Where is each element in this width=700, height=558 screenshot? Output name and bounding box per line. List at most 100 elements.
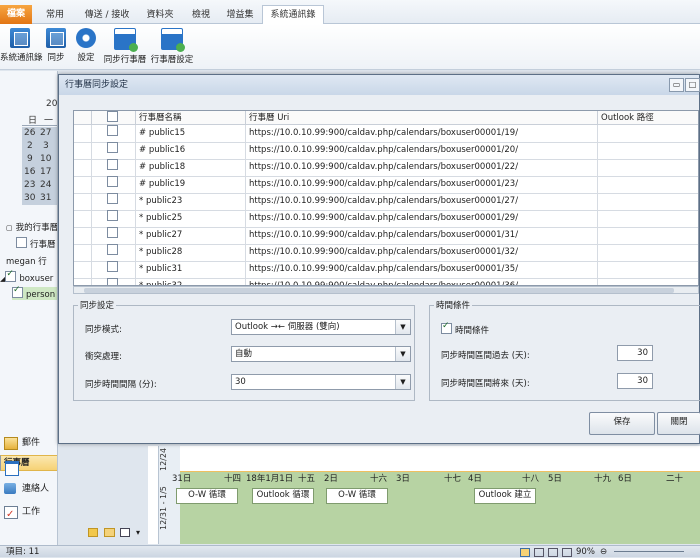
sync-mode-label: 同步模式: xyxy=(85,325,122,335)
mini-calendar-day[interactable]: 30 xyxy=(24,193,35,203)
calendar-settings-icon xyxy=(161,28,185,52)
view-week-icon[interactable] xyxy=(562,548,572,557)
folder-megan[interactable]: megan 行 xyxy=(6,255,47,267)
view-list-icon[interactable] xyxy=(548,548,558,557)
zoom-out-icon[interactable]: ⊖ xyxy=(600,546,607,558)
row-checkbox[interactable] xyxy=(107,142,118,153)
table-row[interactable]: # public15 https://10.0.10.99:900/caldav… xyxy=(74,125,698,143)
table-row[interactable]: # public18 https://10.0.10.99:900/caldav… xyxy=(74,159,698,177)
folder-calendar[interactable]: 行事曆 xyxy=(16,237,56,250)
conflict-select[interactable]: 自動 ▼ xyxy=(231,346,411,362)
notes-icon[interactable] xyxy=(88,528,98,537)
row-checkbox[interactable] xyxy=(107,176,118,187)
mini-calendar-day[interactable]: 3 xyxy=(43,141,49,151)
nav-calendar[interactable]: 行事曆 xyxy=(0,455,57,476)
mini-calendar-day[interactable]: 27 xyxy=(40,128,51,138)
mini-calendar-day[interactable]: 26 xyxy=(24,128,35,138)
calendar-event[interactable]: Outlook 建立 xyxy=(474,488,536,504)
mini-calendar-day[interactable]: 23 xyxy=(24,180,35,190)
sync-button[interactable]: 同步 xyxy=(44,28,68,63)
shortcut-icon[interactable] xyxy=(120,528,130,537)
day-lunar: 十七 xyxy=(444,474,462,484)
calendar-checkbox[interactable] xyxy=(16,237,27,248)
row-checkbox[interactable] xyxy=(107,261,118,272)
row-checkbox[interactable] xyxy=(107,244,118,255)
nav-contacts[interactable]: 連絡人 xyxy=(0,478,57,500)
row-checkbox[interactable] xyxy=(107,278,118,285)
calendar-name: * public23 xyxy=(136,193,246,210)
tab-home[interactable]: 常用 xyxy=(38,6,72,24)
sync-mode-select[interactable]: Outlook →← 伺服器 (雙向) ▼ xyxy=(231,319,411,335)
table-row[interactable]: * public23 https://10.0.10.99:900/caldav… xyxy=(74,193,698,211)
row-checkbox[interactable] xyxy=(107,227,118,238)
mini-calendar-day[interactable]: 16 xyxy=(24,167,35,177)
calendar-settings-button[interactable]: 行事曆設定 xyxy=(150,28,194,65)
calendar-event[interactable]: O-W 循環 xyxy=(176,488,238,504)
maximize-icon[interactable]: □ xyxy=(685,78,700,92)
save-button[interactable]: 保存 xyxy=(589,412,655,435)
folder-my-calendars[interactable]: ▢ 我的行事曆 xyxy=(6,221,57,233)
column-header-uri[interactable]: 行事曆 Uri xyxy=(246,111,598,125)
table-row[interactable]: * public28 https://10.0.10.99:900/caldav… xyxy=(74,244,698,262)
navigation-pane: 20 日 一 26 27 2 3 9 10 16 17 23 24 30 31 … xyxy=(0,71,58,545)
calendar-event[interactable]: O-W 循環 xyxy=(326,488,388,504)
column-header-outlook-path[interactable]: Outlook 路徑 xyxy=(598,111,698,125)
tab-send-receive[interactable]: 傳送 / 接收 xyxy=(78,6,136,24)
mini-calendar-day[interactable]: 9 xyxy=(27,154,33,164)
table-row[interactable]: # public16 https://10.0.10.99:900/caldav… xyxy=(74,142,698,160)
close-button[interactable]: 關閉 xyxy=(657,412,700,435)
day-date: 5日 xyxy=(548,474,562,484)
folder-boxuser[interactable]: ◢boxuser xyxy=(0,269,53,284)
time-condition-toggle[interactable]: 時間條件 xyxy=(441,321,489,336)
column-header-name[interactable]: 行事曆名稱 xyxy=(136,111,246,125)
row-checkbox[interactable] xyxy=(107,210,118,221)
table-row[interactable]: * public31 https://10.0.10.99:900/caldav… xyxy=(74,261,698,279)
calendar-name: * public25 xyxy=(136,210,246,227)
outlook-path xyxy=(598,193,698,210)
time-condition-checkbox[interactable] xyxy=(441,321,452,334)
table-row[interactable]: # public19 https://10.0.10.99:900/caldav… xyxy=(74,176,698,194)
future-days-input[interactable]: 30 xyxy=(617,373,653,389)
address-book-icon xyxy=(10,28,30,48)
mini-calendar-day[interactable]: 2 xyxy=(27,141,33,151)
zoom-slider[interactable] xyxy=(614,551,684,552)
calendar-event[interactable]: Outlook 循環 xyxy=(252,488,314,504)
table-row[interactable]: * public27 https://10.0.10.99:900/caldav… xyxy=(74,227,698,245)
tab-folder[interactable]: 資料夾 xyxy=(140,6,180,24)
sync-calendar-button[interactable]: 同步行事曆 xyxy=(103,28,147,65)
system-contacts-button[interactable]: 系統通訊錄 xyxy=(0,28,43,63)
horizontal-scrollbar[interactable] xyxy=(73,286,699,294)
mini-calendar-day[interactable]: 17 xyxy=(40,167,51,177)
sync-settings-legend: 同步設定 xyxy=(80,301,115,311)
row-checkbox[interactable] xyxy=(107,125,118,136)
view-reading-icon[interactable] xyxy=(534,548,544,557)
mini-calendar-day[interactable]: 31 xyxy=(40,193,51,203)
tab-view[interactable]: 檢視 xyxy=(184,6,218,24)
view-normal-icon[interactable] xyxy=(520,548,530,557)
boxuser-checkbox[interactable] xyxy=(5,269,17,282)
table-row[interactable]: * public32 https://10.0.10.99:900/caldav… xyxy=(74,278,698,285)
tab-system-contacts[interactable]: 系統通訊錄 xyxy=(262,5,324,25)
sync-interval-select[interactable]: 30 ▼ xyxy=(231,374,411,390)
nav-mail[interactable]: 郵件 xyxy=(0,432,57,454)
tab-file[interactable]: 檔案 xyxy=(0,5,32,24)
select-all-header[interactable] xyxy=(92,111,136,125)
folder-icon[interactable] xyxy=(104,528,115,537)
table-row[interactable]: * public25 https://10.0.10.99:900/caldav… xyxy=(74,210,698,228)
row-checkbox[interactable] xyxy=(107,159,118,170)
settings-button[interactable]: 設定 xyxy=(74,28,98,63)
past-days-input[interactable]: 30 xyxy=(617,345,653,361)
calendar-name: # public18 xyxy=(136,159,246,176)
nav-tasks[interactable]: ✓ 工作 xyxy=(0,501,57,523)
scrollbar-thumb[interactable] xyxy=(84,288,674,293)
mini-calendar-day[interactable]: 24 xyxy=(40,180,51,190)
tasks-icon: ✓ xyxy=(4,506,18,520)
tab-addins[interactable]: 增益集 xyxy=(222,6,258,24)
configure-buttons-icon[interactable]: ▾ xyxy=(136,528,140,537)
person-checkbox[interactable] xyxy=(12,285,23,298)
folder-person[interactable]: person xyxy=(12,285,57,300)
row-checkbox[interactable] xyxy=(107,193,118,204)
minimize-icon[interactable]: ▭ xyxy=(669,78,684,92)
select-all-checkbox[interactable] xyxy=(107,111,118,122)
mini-calendar-day[interactable]: 10 xyxy=(40,154,51,164)
